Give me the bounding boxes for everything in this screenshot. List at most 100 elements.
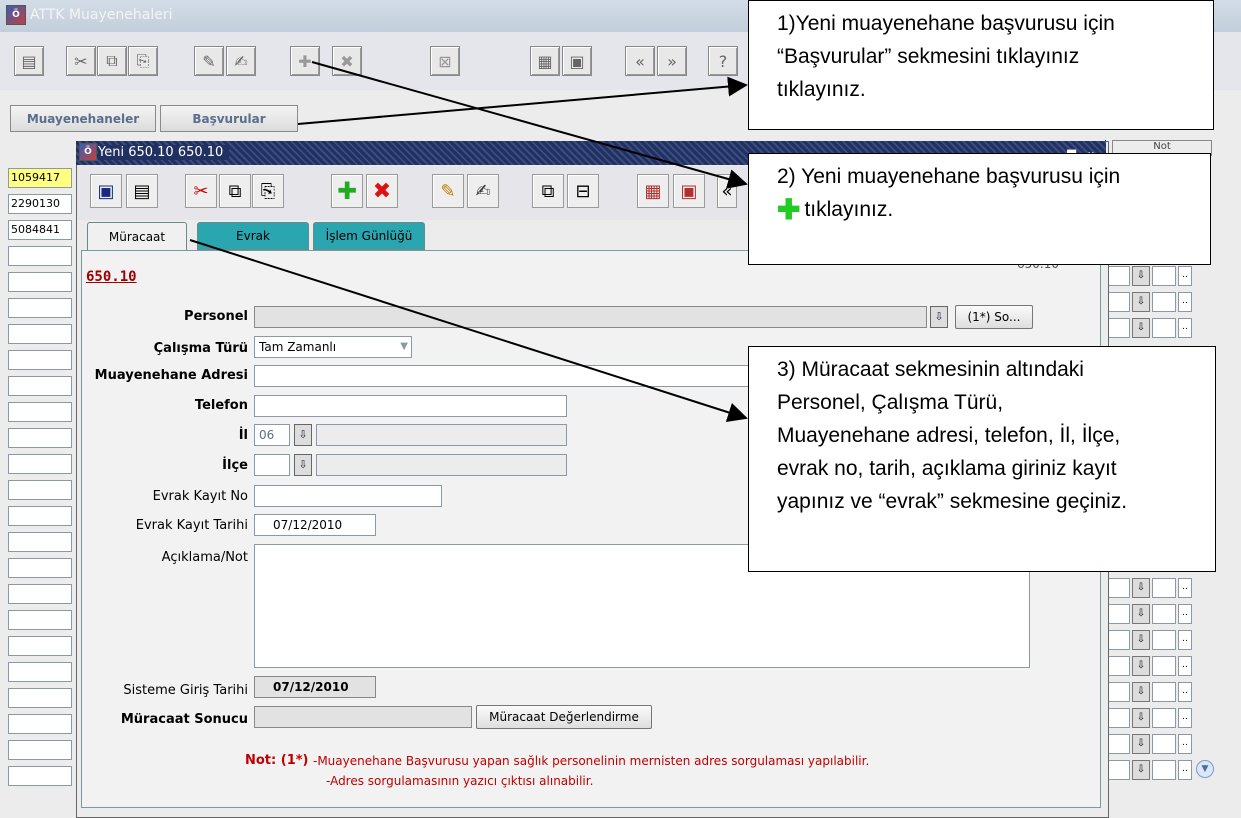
more-icon[interactable]: .. (1178, 760, 1192, 780)
list-item[interactable] (8, 558, 72, 578)
list-item[interactable] (8, 688, 72, 708)
tab-evrak[interactable]: Evrak (197, 222, 309, 250)
list-item[interactable] (8, 298, 72, 318)
list-item[interactable] (8, 610, 72, 630)
evrak-tarih-field[interactable]: 07/12/2010 (254, 514, 376, 536)
list-item[interactable] (8, 454, 72, 474)
list-item[interactable] (8, 402, 72, 422)
lov-icon[interactable]: ⇩ (1132, 682, 1150, 702)
list-item[interactable] (8, 662, 72, 682)
list-item[interactable] (8, 324, 72, 344)
evrak-no-field[interactable] (254, 485, 442, 507)
list-item[interactable] (8, 428, 72, 448)
previous-icon[interactable]: « (625, 46, 655, 76)
save-icon[interactable]: ▣ (90, 174, 122, 208)
list-item[interactable] (8, 714, 72, 734)
edit-icon[interactable]: ✎ (194, 46, 224, 76)
list-item[interactable]: 1059417 (8, 168, 72, 188)
print-icon[interactable]: ▤ (126, 174, 158, 208)
edit-field-icon[interactable]: ✍ (226, 46, 256, 76)
more-icon[interactable]: .. (1178, 292, 1192, 312)
list-item[interactable] (8, 584, 72, 604)
lov-icon[interactable]: ⇩ (1132, 604, 1150, 624)
il-lov-icon[interactable]: ⇩ (294, 424, 312, 446)
help-icon[interactable]: ? (708, 46, 738, 76)
lov-icon[interactable]: ⇩ (1132, 760, 1150, 780)
lov-icon[interactable]: ⇩ (1132, 734, 1150, 754)
tab-muayenehaneler[interactable]: Muayenehaneler (10, 105, 156, 132)
copy-icon[interactable]: ⧉ (219, 174, 251, 208)
list-item[interactable] (8, 636, 72, 656)
duplicate-icon[interactable]: ⧉ (532, 174, 564, 208)
degerlendirme-button[interactable]: Müracaat Değerlendirme (476, 705, 652, 729)
more-icon[interactable]: .. (1178, 734, 1192, 754)
calisma-turu-value: Tam Zamanlı (259, 340, 337, 354)
list-item[interactable] (8, 506, 72, 526)
more-icon[interactable]: .. (1178, 604, 1192, 624)
calisma-turu-select[interactable]: Tam Zamanlı ▼ (254, 336, 412, 358)
edit-field-icon[interactable]: ✍ (467, 174, 499, 208)
list-item[interactable] (8, 740, 72, 760)
callout-step-3: 3) Müracaat sekmesinin altındaki Persone… (748, 346, 1216, 572)
app-icon: Ö (6, 5, 26, 25)
ilce-code-field[interactable] (254, 454, 290, 476)
personel-lov-icon[interactable]: ⇩ (930, 306, 948, 328)
list-item[interactable]: 5084841 (8, 220, 72, 240)
more-icon[interactable]: .. (1178, 266, 1192, 286)
callout-step-1: 1)Yeni muayenehane başvurusu için “Başvu… (748, 0, 1214, 130)
il-code-field[interactable]: 06 (254, 424, 290, 446)
tab-muracaat[interactable]: Müracaat (87, 222, 187, 250)
list-item[interactable] (8, 376, 72, 396)
lov-icon[interactable]: ⇩ (1132, 630, 1150, 650)
lov-icon[interactable]: ⇩ (1132, 318, 1150, 338)
adres-sorgula-button[interactable]: (1*) So... (955, 305, 1033, 329)
execute-icon[interactable]: ▣ (562, 46, 592, 76)
more-icon[interactable]: .. (1178, 630, 1192, 650)
telefon-field[interactable] (254, 395, 567, 417)
tab-basvurular[interactable]: Başvurular (160, 105, 298, 132)
copy-icon[interactable]: ⧉ (97, 46, 127, 76)
more-icon[interactable]: .. (1178, 318, 1192, 338)
paste-icon[interactable]: ⎘ (128, 46, 158, 76)
list-item[interactable]: 2290130 (8, 194, 72, 214)
list-item[interactable] (8, 272, 72, 292)
add-record-icon[interactable]: ✚ (290, 46, 320, 76)
cut-icon[interactable]: ✂ (185, 174, 217, 208)
more-icon[interactable]: .. (1178, 708, 1192, 728)
list-item[interactable] (8, 246, 72, 266)
clear-icon[interactable]: ⊠ (430, 46, 460, 76)
lov-icon[interactable]: ⇩ (1132, 656, 1150, 676)
query-icon[interactable]: ▦ (530, 46, 560, 76)
next-icon[interactable]: » (657, 46, 687, 76)
list-item[interactable] (8, 350, 72, 370)
more-icon[interactable]: .. (1178, 578, 1192, 598)
execute-icon[interactable]: ▣ (673, 174, 705, 208)
delete-record-icon[interactable]: ✖ (366, 174, 398, 208)
chevron-down-icon[interactable]: ▼ (400, 337, 408, 357)
more-icon[interactable]: .. (1178, 682, 1192, 702)
print-icon[interactable]: ▤ (14, 46, 44, 76)
adres-field[interactable] (254, 365, 749, 387)
list-item[interactable] (8, 532, 72, 552)
query-icon[interactable]: ▦ (637, 174, 669, 208)
evrak-no-label: Evrak Kayıt No (152, 489, 248, 504)
cut-icon[interactable]: ✂ (66, 46, 96, 76)
scroll-down-icon[interactable]: ▼ (1196, 760, 1214, 778)
ilce-lov-icon[interactable]: ⇩ (294, 454, 312, 476)
edit-icon[interactable]: ✎ (432, 174, 464, 208)
form-icon[interactable]: ⊟ (567, 174, 599, 208)
tab-islem-gunlugu[interactable]: İşlem Günlüğü (313, 222, 425, 250)
lov-icon[interactable]: ⇩ (1132, 266, 1150, 286)
more-icon[interactable]: .. (1178, 656, 1192, 676)
personel-field[interactable] (254, 306, 927, 328)
add-record-icon[interactable]: ✚ (331, 174, 363, 208)
table-row: ⇩.. (1108, 760, 1198, 780)
list-item[interactable] (8, 480, 72, 500)
lov-icon[interactable]: ⇩ (1132, 708, 1150, 728)
delete-record-icon[interactable]: ✖ (332, 46, 362, 76)
paste-icon[interactable]: ⎘ (252, 174, 284, 208)
lov-icon[interactable]: ⇩ (1132, 292, 1150, 312)
previous-icon[interactable]: « (717, 174, 737, 208)
list-item[interactable] (8, 766, 72, 786)
lov-icon[interactable]: ⇩ (1132, 578, 1150, 598)
